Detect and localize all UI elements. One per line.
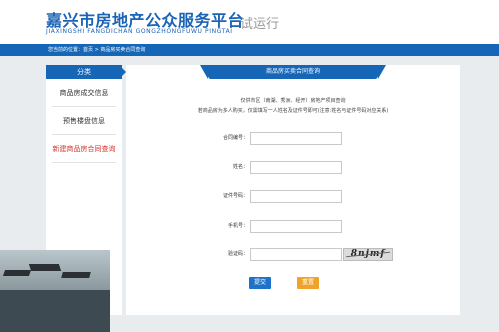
- phone-label: 手机号：: [227, 223, 248, 229]
- id-no-label: 证件号码：: [222, 193, 248, 199]
- sidebar-item-contract-query[interactable]: 新建商品房合同查询: [52, 135, 116, 163]
- sidebar-item-presale[interactable]: 预售楼盘信息: [52, 107, 116, 135]
- submit-button[interactable]: 提交: [249, 277, 271, 289]
- notice-instructions: 若商品房为多人购买，仅需填写一人姓名及证件号即可(注意:姓名与证件号码对应关系): [197, 108, 389, 114]
- captcha-label: 验证码：: [227, 251, 248, 257]
- water-shape: [0, 290, 110, 332]
- id-no-input[interactable]: [250, 190, 342, 203]
- trial-label: 试运行: [240, 17, 280, 32]
- notice-scope: 仅供市区（南湖、秀洲、经开）房地产项目查询: [240, 98, 346, 104]
- name-label: 姓名：: [232, 164, 248, 170]
- name-input[interactable]: [250, 161, 342, 174]
- captcha-image[interactable]: 8njmf: [343, 248, 393, 261]
- breadcrumb[interactable]: 您当前的位置：首页 > 商品房买卖合同查询: [48, 44, 145, 56]
- navbar: 您当前的位置：首页 > 商品房买卖合同查询: [0, 44, 499, 56]
- form-row-id-no: 证件号码：: [126, 190, 460, 203]
- form-row-contract-no: 合同编号：: [126, 132, 460, 145]
- contract-no-label: 合同编号：: [222, 135, 248, 141]
- captcha-input[interactable]: [250, 248, 342, 261]
- tab-contract-query[interactable]: 商品房买卖合同查询: [200, 65, 386, 79]
- form-row-phone: 手机号：: [126, 220, 460, 233]
- tab-label: 商品房买卖合同查询: [265, 68, 320, 75]
- site-subtitle: JIAXINGSHI FANGDICHAN GONGZHONGFUWU PING…: [46, 28, 233, 35]
- reset-button[interactable]: 重置: [297, 277, 319, 289]
- sidebar-item-transactions[interactable]: 商品房成交信息: [52, 79, 116, 107]
- sidebar-heading: 分类: [46, 65, 126, 79]
- phone-input[interactable]: [250, 220, 342, 233]
- tab-corner-right: [378, 65, 386, 79]
- tab-corner-left: [200, 65, 208, 79]
- form-row-captcha: 验证码： 8njmf: [126, 248, 460, 261]
- form-row-name: 姓名：: [126, 161, 460, 174]
- main-panel: 商品房买卖合同查询 仅供市区（南湖、秀洲、经开）房地产项目查询 若商品房为多人购…: [126, 65, 460, 315]
- roof-shape: [2, 270, 32, 276]
- roof-shape: [61, 272, 91, 278]
- sidebar-heading-label: 分类: [77, 68, 91, 76]
- roof-shape: [28, 264, 62, 271]
- decorative-town-photo: [0, 250, 110, 332]
- site-header: 嘉兴市房地产公众服务平台 JIAXINGSHI FANGDICHAN GONGZ…: [0, 0, 499, 44]
- contract-no-input[interactable]: [250, 132, 342, 145]
